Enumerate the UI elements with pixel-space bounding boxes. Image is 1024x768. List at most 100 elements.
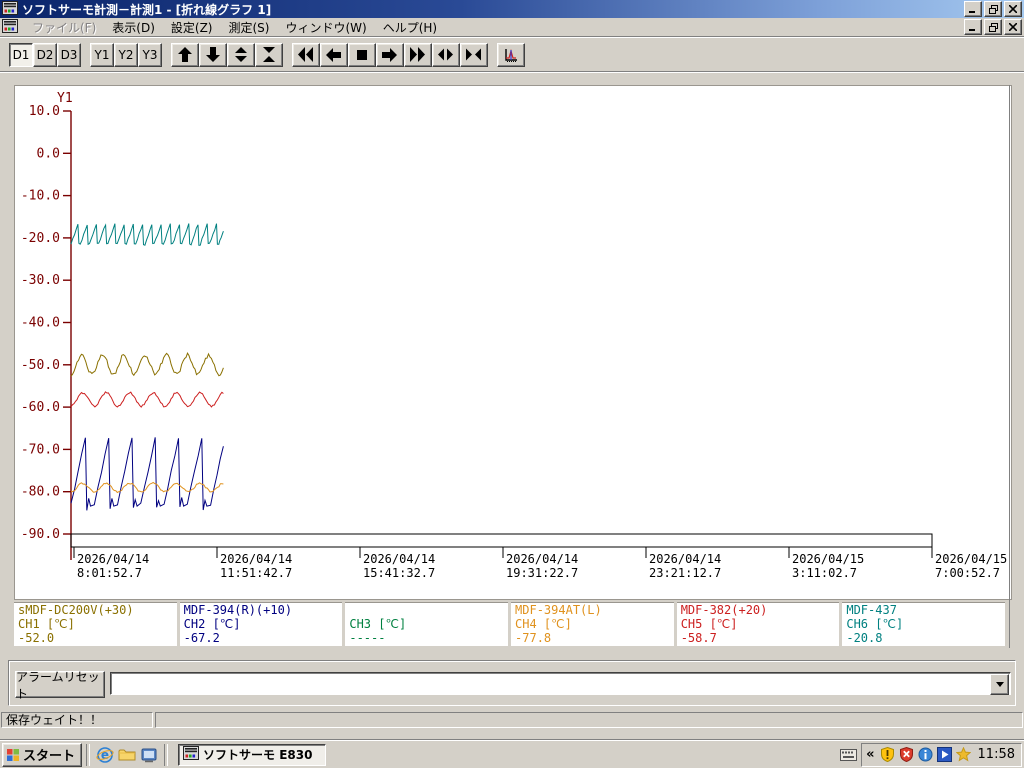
toolbar-collapse-horizontal-icon[interactable]: [460, 43, 488, 67]
taskbar-task-button[interactable]: ソフトサーモ E830: [178, 743, 327, 766]
menu-item: ファイル(F): [32, 20, 97, 35]
svg-text:0.0: 0.0: [37, 146, 60, 161]
series-ch5: [70, 391, 224, 408]
menu-item[interactable]: ヘルプ(H): [375, 19, 445, 37]
svg-text:2026/04/14: 2026/04/14: [506, 552, 578, 566]
combo-dropdown-button[interactable]: [990, 674, 1009, 695]
app-icon: [2, 0, 18, 19]
toolbar-button-d1[interactable]: D1: [9, 43, 33, 67]
toolbar-graph-icon[interactable]: [497, 43, 525, 67]
toolbar-arrow-up-icon[interactable]: [171, 43, 199, 67]
alarm-reset-button[interactable]: アラームリセット: [15, 670, 105, 701]
status-bar: 保存ウェイト！！: [0, 712, 1024, 728]
legend-channel[interactable]: MDF-382(+20) CH5 [℃] -58.7: [676, 602, 840, 646]
alarm-combobox[interactable]: [110, 672, 1011, 695]
taskbar-clock: 11:58: [977, 747, 1015, 762]
app-icon: [183, 745, 200, 764]
svg-text:23:21:12.7: 23:21:12.7: [649, 566, 721, 580]
window-title: ソフトサーモ計測－計測1 - [折れ線グラフ 1]: [22, 2, 272, 17]
svg-text:2026/04/14: 2026/04/14: [363, 552, 435, 566]
toolbar-button-y3[interactable]: Y3: [138, 43, 162, 67]
toolbar-arrow-right-icon[interactable]: [376, 43, 404, 67]
show-desktop-icon[interactable]: [139, 745, 159, 765]
start-button-label: スタート: [23, 749, 76, 764]
svg-text:2026/04/15: 2026/04/15: [792, 552, 864, 566]
line-chart[interactable]: Y1 10.0 0.0 -10.0 -20.0 -30.0 -40.0 -50.0 -60.0-…: [14, 85, 1012, 600]
system-tray: « 11:58: [861, 742, 1022, 767]
svg-text:2026/04/14: 2026/04/14: [649, 552, 721, 566]
child-minimize-button[interactable]: [964, 19, 982, 35]
series-ch2: [70, 437, 224, 511]
menu-item[interactable]: ウィンドウ(W): [277, 19, 374, 37]
task-button-label: ソフトサーモ E830: [203, 748, 313, 762]
svg-text:-30.0: -30.0: [21, 273, 60, 288]
menu-item[interactable]: 表示(D): [104, 19, 163, 37]
application-window: ソフトサーモ計測－計測1 - [折れ線グラフ 1] ファイル(F) 表示(D) 設定…: [0, 0, 1024, 768]
svg-text:-40.0: -40.0: [21, 316, 60, 331]
legend-channel[interactable]: MDF-394AT(L) CH4 [℃] -77.8: [511, 602, 674, 646]
toolbar-button-d3[interactable]: D3: [57, 43, 81, 67]
toolbar-collapse-vertical-icon[interactable]: [255, 43, 283, 67]
toolbar-double-left-icon[interactable]: [292, 43, 320, 67]
svg-text:2026/04/15: 2026/04/15: [935, 552, 1007, 566]
taskbar-separator: [164, 743, 169, 766]
folder-icon[interactable]: [117, 745, 137, 765]
chart-svg: Y110.00.0-10.0-20.0-30.0-40.0-50.0-60.0-…: [21, 91, 1007, 580]
legend-channel[interactable]: sMDF-DC200V(+30) CH1 [℃] -52.0: [14, 602, 177, 646]
toolbar-double-right-icon[interactable]: [404, 43, 432, 67]
menu-item[interactable]: 設定(Z): [163, 19, 221, 37]
toolbar-button-d2[interactable]: D2: [33, 43, 57, 67]
language-keyboard-icon[interactable]: [840, 748, 858, 761]
svg-text:3:11:02.7: 3:11:02.7: [792, 566, 857, 580]
menu-item[interactable]: 測定(S): [220, 19, 277, 37]
restore-button[interactable]: [984, 1, 1002, 17]
taskbar: スタート e ソフトサーモ E830 « 11:58: [0, 740, 1024, 768]
legend-channel[interactable]: CH3 [℃] -----: [345, 602, 509, 646]
taskbar-separator: [86, 743, 91, 766]
svg-text:-80.0: -80.0: [21, 485, 60, 500]
toolbar-arrow-down-icon[interactable]: [199, 43, 227, 67]
svg-text:-60.0: -60.0: [21, 400, 60, 415]
svg-text:19:31:22.7: 19:31:22.7: [506, 566, 578, 580]
toolbar-expand-horizontal-icon[interactable]: [432, 43, 460, 67]
minimize-button[interactable]: [964, 1, 982, 17]
legend-channel[interactable]: MDF-437 CH6 [℃] -20.8: [842, 602, 1006, 646]
svg-text:-20.0: -20.0: [21, 231, 60, 246]
internet-explorer-icon[interactable]: e: [95, 745, 115, 765]
toolbar-button-y2[interactable]: Y2: [114, 43, 138, 67]
legend-channel[interactable]: MDF-394(R)(+10) CH2 [℃] -67.2: [179, 602, 343, 646]
series-ch1: [70, 352, 224, 377]
shield-warning-icon[interactable]: [880, 747, 895, 762]
shield-error-icon[interactable]: [899, 747, 914, 762]
close-icon[interactable]: [1004, 1, 1022, 17]
svg-text:8:01:52.7: 8:01:52.7: [77, 566, 142, 580]
svg-text:-50.0: -50.0: [21, 358, 60, 373]
info-icon[interactable]: [918, 747, 933, 762]
svg-text:-90.0: -90.0: [21, 527, 60, 542]
client-edge-divider: [1009, 85, 1010, 648]
toolbar-stop-square-icon[interactable]: [348, 43, 376, 67]
child-close-icon[interactable]: [1004, 19, 1022, 35]
mdi-child-icon[interactable]: [2, 18, 18, 37]
star-icon[interactable]: [955, 747, 971, 762]
svg-text:15:41:32.7: 15:41:32.7: [363, 566, 435, 580]
child-restore-button[interactable]: [984, 19, 1002, 35]
svg-text:10.0: 10.0: [29, 104, 60, 119]
title-bar: ソフトサーモ計測－計測1 - [折れ線グラフ 1]: [0, 0, 1024, 18]
svg-text:-10.0: -10.0: [21, 189, 60, 204]
series-ch4: [70, 481, 224, 494]
toolbar-arrow-left-icon[interactable]: [320, 43, 348, 67]
chevron-down-icon: [995, 682, 1004, 687]
status-message: 保存ウェイト！！: [1, 712, 153, 728]
svg-text:2026/04/14: 2026/04/14: [220, 552, 292, 566]
status-extra: [155, 712, 1023, 728]
svg-text:e: e: [101, 748, 109, 762]
start-button[interactable]: スタート: [2, 742, 83, 767]
windows-logo-icon: [7, 748, 19, 761]
svg-text:11:51:42.7: 11:51:42.7: [220, 566, 292, 580]
media-play-icon[interactable]: [936, 747, 952, 762]
toolbar-expand-vertical-icon[interactable]: [227, 43, 255, 67]
tray-expand-chevron[interactable]: «: [866, 747, 874, 762]
svg-text:7:00:52.7: 7:00:52.7: [935, 566, 1000, 580]
toolbar-button-y1[interactable]: Y1: [90, 43, 114, 67]
